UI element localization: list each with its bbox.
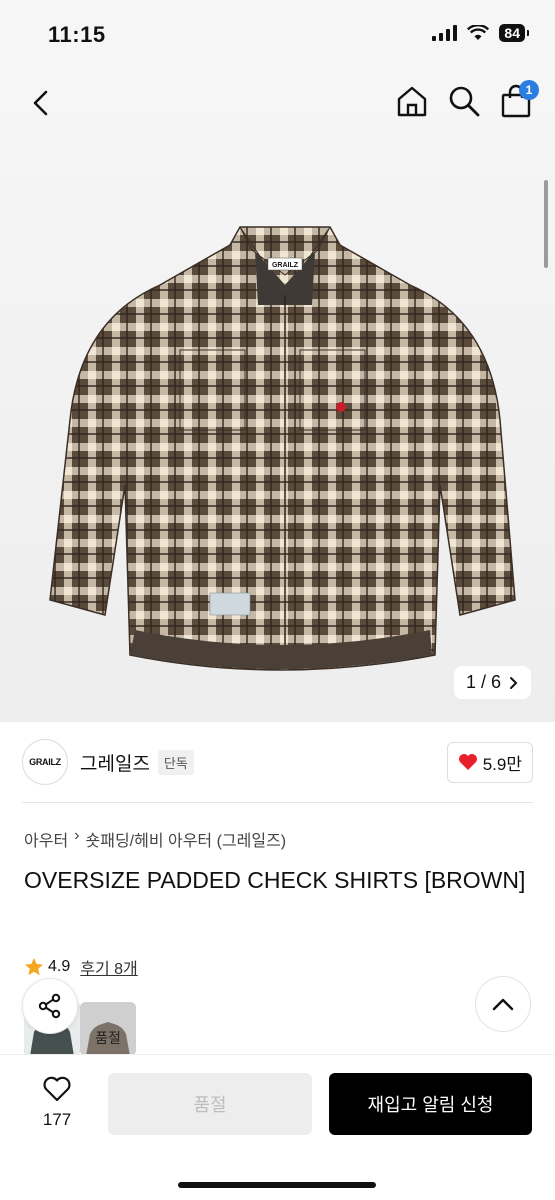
share-button[interactable] xyxy=(22,978,78,1034)
back-button[interactable] xyxy=(26,88,56,118)
rating-row: 4.9 후기 8개 xyxy=(24,955,138,979)
search-button[interactable] xyxy=(447,84,481,118)
product-title: OVERSIZE PADDED CHECK SHIRTS [BROWN] xyxy=(24,867,526,893)
scroll-to-top-button[interactable] xyxy=(475,976,531,1032)
status-bar: 11:15 84 xyxy=(0,0,555,70)
breadcrumb: 아우터 › 숏패딩/헤비 아우터 (그레일즈) xyxy=(24,827,286,851)
heart-outline-icon xyxy=(43,1076,71,1102)
product-image: GRAILZ xyxy=(49,226,516,671)
wishlist-button[interactable]: 177 xyxy=(30,1075,84,1130)
chevron-left-icon xyxy=(33,90,48,116)
brand-row: GRAILZ 그레일즈 단독 5.9만 xyxy=(22,736,533,788)
signal-icon xyxy=(432,25,458,41)
sold-out-overlay-label: 품절 xyxy=(95,1030,121,1046)
heart-filled-icon xyxy=(458,754,477,770)
star-icon xyxy=(25,958,43,976)
brand-logo[interactable]: GRAILZ xyxy=(22,739,68,785)
cart-count-badge: 1 xyxy=(519,80,539,100)
status-time: 11:15 xyxy=(48,22,106,47)
breadcrumb-separator-icon: › xyxy=(74,827,80,844)
wifi-icon xyxy=(467,25,490,40)
scrollbar-thumb[interactable] xyxy=(544,180,548,268)
color-option-thumbnail-soldout[interactable]: 품절 xyxy=(80,1002,136,1056)
home-indicator xyxy=(178,1182,376,1188)
top-nav-actions: 1 xyxy=(395,80,539,118)
home-icon xyxy=(397,86,427,117)
brand-logo-text: GRAILZ xyxy=(29,757,61,767)
brand-like-count: 5.9만 xyxy=(482,754,522,774)
product-image-gallery[interactable]: GRAILZ xyxy=(0,70,555,722)
cart-button[interactable]: 1 xyxy=(499,80,539,118)
image-pager[interactable]: 1 / 6 xyxy=(453,666,531,699)
share-icon xyxy=(38,993,61,1019)
chevron-up-icon xyxy=(492,998,514,1011)
chevron-right-icon xyxy=(510,676,518,689)
restock-alert-button[interactable]: 재입고 알림 신청 xyxy=(329,1073,532,1135)
pager-text: 1 / 6 xyxy=(465,672,501,692)
rating-score: 4.9 xyxy=(48,958,71,975)
exclusive-badge: 단독 xyxy=(157,749,194,775)
breadcrumb-subcategory[interactable]: 숏패딩/헤비 아우터 (그레일즈) xyxy=(86,827,287,851)
home-button[interactable] xyxy=(395,84,429,118)
brand-name-link[interactable]: 그레일즈 xyxy=(80,749,150,776)
status-icons: 84 xyxy=(432,24,529,42)
review-count-link[interactable]: 후기 8개 xyxy=(80,955,138,979)
brand-like-button[interactable]: 5.9만 xyxy=(446,741,533,783)
search-icon xyxy=(449,86,480,117)
breadcrumb-category[interactable]: 아우터 xyxy=(24,827,68,851)
collar-tag-text: GRAILZ xyxy=(272,262,299,269)
battery-indicator: 84 xyxy=(499,24,529,42)
sold-out-button: 품절 xyxy=(108,1073,312,1135)
wishlist-count: 177 xyxy=(42,1110,72,1129)
divider xyxy=(22,802,533,803)
bottom-action-bar: 177 품절 재입고 알림 신청 xyxy=(0,1054,555,1200)
